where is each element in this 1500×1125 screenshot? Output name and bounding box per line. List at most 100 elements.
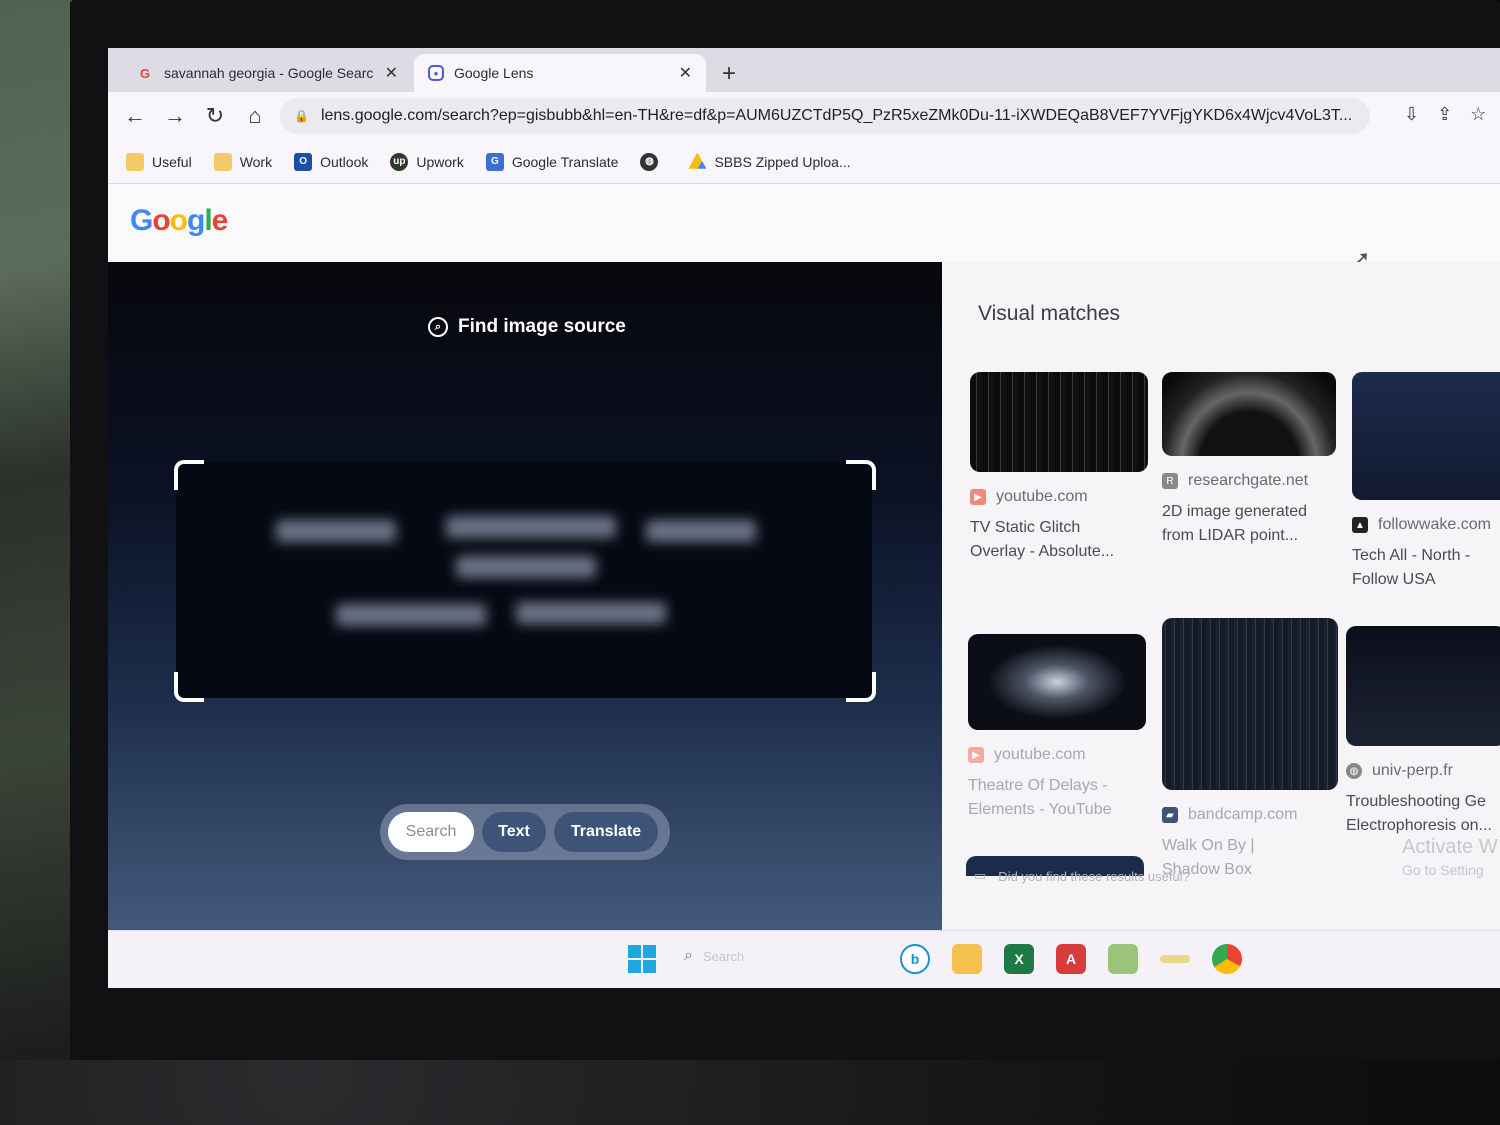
mode-search-button[interactable]: Search [388,812,474,852]
bookmark-sbbs-zipped[interactable]: SBBS Zipped Uploa... [688,152,851,171]
browser-toolbar: ← → ↻ ⌂ 🔒 lens.google.com/search?ep=gisb… [108,92,1500,140]
search-icon: ⌕ [684,947,693,964]
blurred-image-text [276,512,776,642]
bookmark-star-icon[interactable]: ☆ [1470,104,1486,125]
google-g-icon: G [139,65,151,81]
match-card[interactable]: Rresearchgate.net 2D image generated fro… [1162,372,1336,548]
omnibox-actions: ⇩ ⇪ ☆ [1404,104,1486,125]
forward-button[interactable]: → [156,97,194,135]
laptop-screen: G savannah georgia - Google Searc ✕ ● Go… [108,48,1500,988]
chrome-icon[interactable] [1212,944,1242,974]
folder-icon [213,152,232,171]
match-source: Rresearchgate.net [1162,472,1336,490]
close-icon[interactable]: ✕ [679,63,692,83]
crop-handle-top-right[interactable] [846,460,876,490]
bookmark-label: Upwork [416,153,464,170]
url-text: lens.google.com/search?ep=gisbubb&hl=en-… [320,107,1353,124]
source-label: youtube.com [996,488,1088,505]
excel-icon[interactable]: X [1004,944,1034,974]
crop-handle-top-left[interactable] [174,460,204,490]
google-logo[interactable]: Google [130,204,229,238]
file-explorer-icon[interactable] [952,944,982,974]
bookmarks-bar: Useful Work O Outlook up Upwork G Google… [108,140,1500,184]
new-tab-button[interactable]: + [722,60,736,88]
install-icon[interactable]: ⇩ [1404,104,1419,125]
match-card[interactable]: ◍ univ-perp.fr Troubleshooting Ge Electro… [1346,626,1500,838]
selected-image-region[interactable] [176,462,872,698]
google-drive-icon [688,152,707,169]
feedback-prompt[interactable]: ▭ Did you find these results useful? [974,868,1190,884]
notepad-icon[interactable] [1108,944,1138,974]
match-source: ▶ youtube.com [970,488,1148,506]
match-thumbnail[interactable] [1162,618,1338,790]
bing-icon[interactable]: b [900,944,930,974]
mode-translate-button[interactable]: Translate [554,812,658,852]
find-image-source-label: Find image source [458,316,626,337]
match-source: ▶ youtube.com [968,746,1146,764]
match-source: ▰ bandcamp.com [1162,806,1338,824]
taskbar-apps: b X A [900,944,1242,974]
bookmark-label: Useful [152,153,192,170]
google-translate-icon: G [485,152,504,171]
match-card[interactable]: ▶ youtube.com Theatre Of Delays - Element… [968,634,1146,822]
match-source: ◍ univ-perp.fr [1346,762,1500,780]
feedback-label: Did you find these results useful? [998,868,1190,884]
google-lens-icon: ● [428,65,444,81]
match-thumbnail[interactable] [970,372,1148,472]
windows-start-button[interactable] [628,945,656,973]
match-caption: 2D image generated from LIDAR point... [1162,503,1307,544]
match-source: ▲ followwake.com [1352,516,1500,534]
match-thumbnail[interactable] [1162,372,1336,456]
acrobat-icon[interactable]: A [1056,944,1086,974]
share-icon[interactable]: ⇪ [1437,104,1452,125]
youtube-icon: ▶ [970,489,986,505]
match-thumbnail[interactable] [968,634,1146,730]
match-caption: Troubleshooting Ge Electrophoresis on... [1346,793,1492,834]
match-thumbnail[interactable] [1346,626,1500,746]
match-card[interactable]: ▶ youtube.com TV Static Glitch Overlay - … [970,372,1148,564]
tab-google-lens[interactable]: ● Google Lens ✕ [414,54,706,92]
upwork-icon: up [390,152,409,171]
find-image-source-button[interactable]: ⌕ Find image source [428,316,626,338]
crop-handle-bottom-left[interactable] [174,672,204,702]
source-label: researchgate.net [1188,472,1309,489]
search-image-icon: ⌕ [428,317,448,337]
lock-icon[interactable]: 🔒 [294,109,309,123]
folder-icon[interactable] [1160,955,1190,963]
source-label: bandcamp.com [1188,806,1298,823]
match-card[interactable]: ▰ bandcamp.com Walk On By | Shadow Box [1162,618,1338,882]
close-icon[interactable]: ✕ [385,63,398,83]
match-caption: TV Static Glitch Overlay - Absolute... [970,519,1115,560]
mode-text-button[interactable]: Text [482,812,546,852]
tab-strip: G savannah georgia - Google Searc ✕ ● Go… [108,48,1500,92]
logo-letter: e [211,204,229,237]
activate-windows-watermark: Activate W [1402,836,1498,858]
followwake-icon: ▲ [1352,517,1368,533]
bookmark-globe[interactable]: ◍ [640,152,666,171]
back-button[interactable]: ← [116,97,154,135]
tab-google-search[interactable]: G savannah georgia - Google Searc ✕ [122,54,412,92]
match-caption: Theatre Of Delays - Elements - YouTube [968,777,1112,818]
reload-button[interactable]: ↻ [196,97,234,135]
match-card[interactable]: ▲ followwake.com Tech All - North - Follo… [1352,372,1500,592]
address-bar[interactable]: 🔒 lens.google.com/search?ep=gisbubb&hl=e… [280,98,1370,134]
visual-matches-panel: Visual matches ▶ youtube.com TV Static Gl… [942,262,1500,930]
taskbar-search[interactable]: ⌕ Search [684,947,744,965]
bookmark-useful[interactable]: Useful [126,152,192,171]
lens-image-panel: ⌕ Find image source Search Text Translat… [108,262,942,930]
crop-handle-bottom-right[interactable] [846,672,876,702]
bookmark-google-translate[interactable]: G Google Translate [485,152,618,171]
taskbar-search-placeholder: Search [702,948,745,964]
globe-icon: ◍ [1346,763,1362,779]
bookmark-work[interactable]: Work [213,152,272,171]
bookmark-upwork[interactable]: up Upwork [390,152,464,171]
match-thumbnail[interactable] [1352,372,1500,500]
logo-letter: g [187,204,205,237]
home-button[interactable]: ⌂ [236,97,274,135]
folder-icon [126,152,144,171]
bookmark-outlook[interactable]: O Outlook [294,152,368,171]
globe-icon: ◍ [640,152,659,171]
tab-title: savannah georgia - Google Searc [164,65,374,81]
researchgate-icon: R [1162,473,1178,489]
logo-letter: G [130,204,153,237]
